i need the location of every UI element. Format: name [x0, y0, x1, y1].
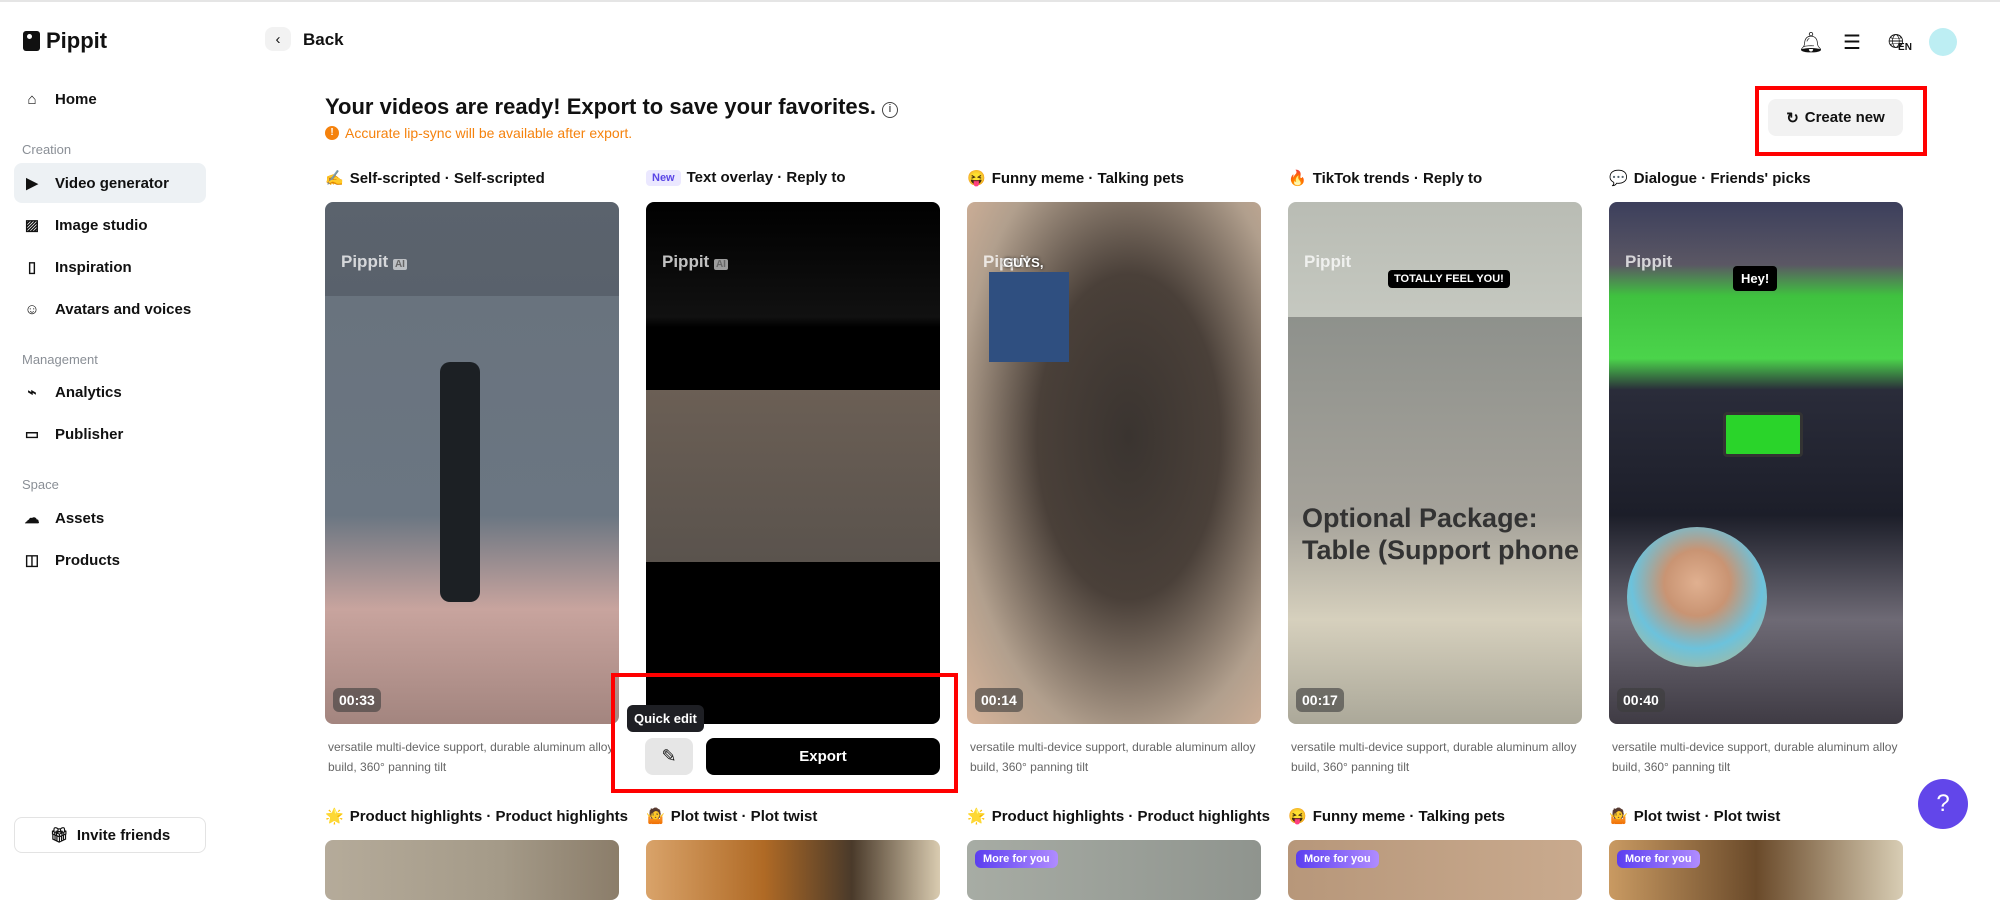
emoji-icon: 🔥	[1288, 170, 1307, 187]
sidebar-item-assets[interactable]: ☁ Assets	[14, 498, 206, 538]
bag-icon: ◫	[24, 552, 40, 569]
video-thumbnail[interactable]: More for you	[967, 840, 1261, 900]
sidebar-item-avatars-and-voices[interactable]: ☺ Avatars and voices	[14, 289, 206, 329]
card-description: versatile multi-device support, durable …	[970, 740, 1256, 774]
sidebar-item-analytics[interactable]: ⌁ Analytics	[14, 372, 206, 412]
duration-badge: 00:17	[1296, 688, 1344, 712]
video-thumbnail[interactable]: Pippit AI 00:33	[325, 202, 619, 724]
more-for-you-badge: More for you	[1617, 850, 1700, 868]
card-heading: 🤷 Plot twist · Plot twist	[1609, 807, 1781, 826]
help-button[interactable]: ?	[1918, 779, 1968, 829]
create-new-button[interactable]: ↻ Create new	[1768, 99, 1903, 136]
question-icon: ?	[1936, 790, 1950, 817]
quick-edit-button[interactable]: ✎	[645, 738, 693, 775]
video-thumbnail[interactable]: More for you	[1609, 840, 1903, 900]
quick-edit-tooltip: Quick edit	[627, 705, 704, 732]
info-icon[interactable]: i	[882, 102, 899, 118]
back-label[interactable]: Back	[303, 30, 344, 50]
card-heading: 💬 Dialogue · Friends' picks	[1609, 169, 1811, 188]
more-for-you-badge: More for you	[1296, 850, 1379, 868]
card-heading: 🤷 Plot twist · Plot twist	[646, 807, 818, 826]
sidebar-item-image-studio[interactable]: ▨ Image studio	[14, 205, 206, 245]
invite-friends-button[interactable]: 🎁︎ Invite friends	[14, 817, 206, 853]
page-title: Your videos are ready! Export to save yo…	[325, 94, 899, 120]
duration-badge: 00:40	[1617, 688, 1665, 712]
user-avatar[interactable]	[1929, 28, 1957, 56]
emoji-icon: 🤷	[1609, 808, 1628, 825]
sidebar-item-products[interactable]: ◫ Products	[14, 540, 206, 580]
analytics-icon: ⌁	[27, 384, 37, 401]
card-heading: 🌟 Product highlights · Product highlights	[967, 807, 1270, 826]
export-button[interactable]: Export	[706, 738, 940, 775]
sidebar-item-home[interactable]: ⌂ Home	[14, 79, 206, 119]
pippit-logo-icon	[23, 31, 40, 51]
warning-icon: !	[325, 126, 339, 140]
card-heading: 🌟 Product highlights · Product highlights	[325, 807, 628, 826]
tv-image	[989, 272, 1069, 362]
lip-sync-warning: ! Accurate lip-sync will be available aft…	[325, 125, 632, 141]
back-button[interactable]: ‹	[265, 27, 291, 51]
phone-image	[1723, 412, 1803, 457]
emoji-icon: 😝	[1288, 808, 1307, 825]
refresh-icon: ↻	[1786, 109, 1799, 127]
duration-badge: 00:33	[333, 688, 381, 712]
video-thumbnail[interactable]: Pippit Hey! 00:40	[1609, 202, 1903, 724]
duration-badge: 00:14	[975, 688, 1023, 712]
home-icon: ⌂	[27, 90, 37, 108]
pencil-icon: ✎	[661, 746, 677, 766]
chevron-left-icon: ‹	[275, 30, 281, 48]
pippit-logo[interactable]: Pippit	[23, 28, 107, 54]
presenter-avatar	[1627, 527, 1767, 667]
card-heading: 😝 Funny meme · Talking pets	[1288, 807, 1505, 826]
video-thumbnail[interactable]	[646, 840, 940, 900]
avatar-icon: ☺	[24, 300, 40, 318]
emoji-icon: 🤷	[646, 808, 665, 825]
section-creation: Creation	[22, 142, 72, 157]
calendar-icon: ▭	[24, 426, 40, 443]
image-studio-icon: ▨	[24, 217, 40, 234]
emoji-icon: 💬	[1609, 170, 1628, 187]
section-management: Management	[22, 352, 98, 367]
highlight-box	[611, 673, 958, 793]
bell-icon[interactable]: 🔔︎	[1798, 30, 1823, 54]
emoji-icon: 🌟	[967, 808, 986, 825]
video-thumbnail[interactable]: Pippit GUYS, 00:14	[967, 202, 1261, 724]
new-badge: New	[646, 169, 681, 186]
card-heading: 🔥 TikTok trends · Reply to	[1288, 169, 1483, 188]
video-thumbnail[interactable]: Pippit AI	[646, 202, 940, 724]
card-description: versatile multi-device support, durable …	[1612, 740, 1898, 774]
card-description: versatile multi-device support, durable …	[1291, 740, 1577, 774]
video-thumbnail[interactable]: Pippit TOTALLY FEEL YOU! Optional Packag…	[1288, 202, 1582, 724]
emoji-icon: 😝	[967, 170, 986, 187]
inspiration-icon: ▯	[27, 259, 37, 276]
gift-icon: 🎁︎	[49, 827, 69, 844]
sidebar-item-publisher[interactable]: ▭ Publisher	[14, 414, 206, 454]
gimbal-image	[440, 362, 480, 602]
cloud-icon: ☁	[24, 510, 40, 527]
card-heading: New Text overlay · Reply to	[646, 169, 846, 186]
card-heading: 😝 Funny meme · Talking pets	[967, 169, 1184, 188]
section-space: Space	[22, 477, 59, 492]
language-button[interactable]: 🌐︎ EN	[1884, 30, 1916, 54]
product-overlay-text: Optional Package: Table (Support phone a…	[1302, 503, 1579, 565]
video-generator-icon: ▶	[26, 175, 38, 192]
card-heading: ✍️ Self-scripted · Self-scripted	[325, 169, 545, 188]
card-description: versatile multi-device support, durable …	[328, 740, 614, 774]
storage-icon[interactable]: ☰	[1840, 30, 1864, 54]
emoji-icon: 🌟	[325, 808, 344, 825]
video-thumbnail[interactable]: More for you	[1288, 840, 1582, 900]
more-for-you-badge: More for you	[975, 850, 1058, 868]
emoji-icon: ✍️	[325, 170, 344, 187]
sidebar-item-inspiration[interactable]: ▯ Inspiration	[14, 247, 206, 287]
video-thumbnail[interactable]	[325, 840, 619, 900]
sidebar-item-video-generator[interactable]: ▶ Video generator	[14, 163, 206, 203]
